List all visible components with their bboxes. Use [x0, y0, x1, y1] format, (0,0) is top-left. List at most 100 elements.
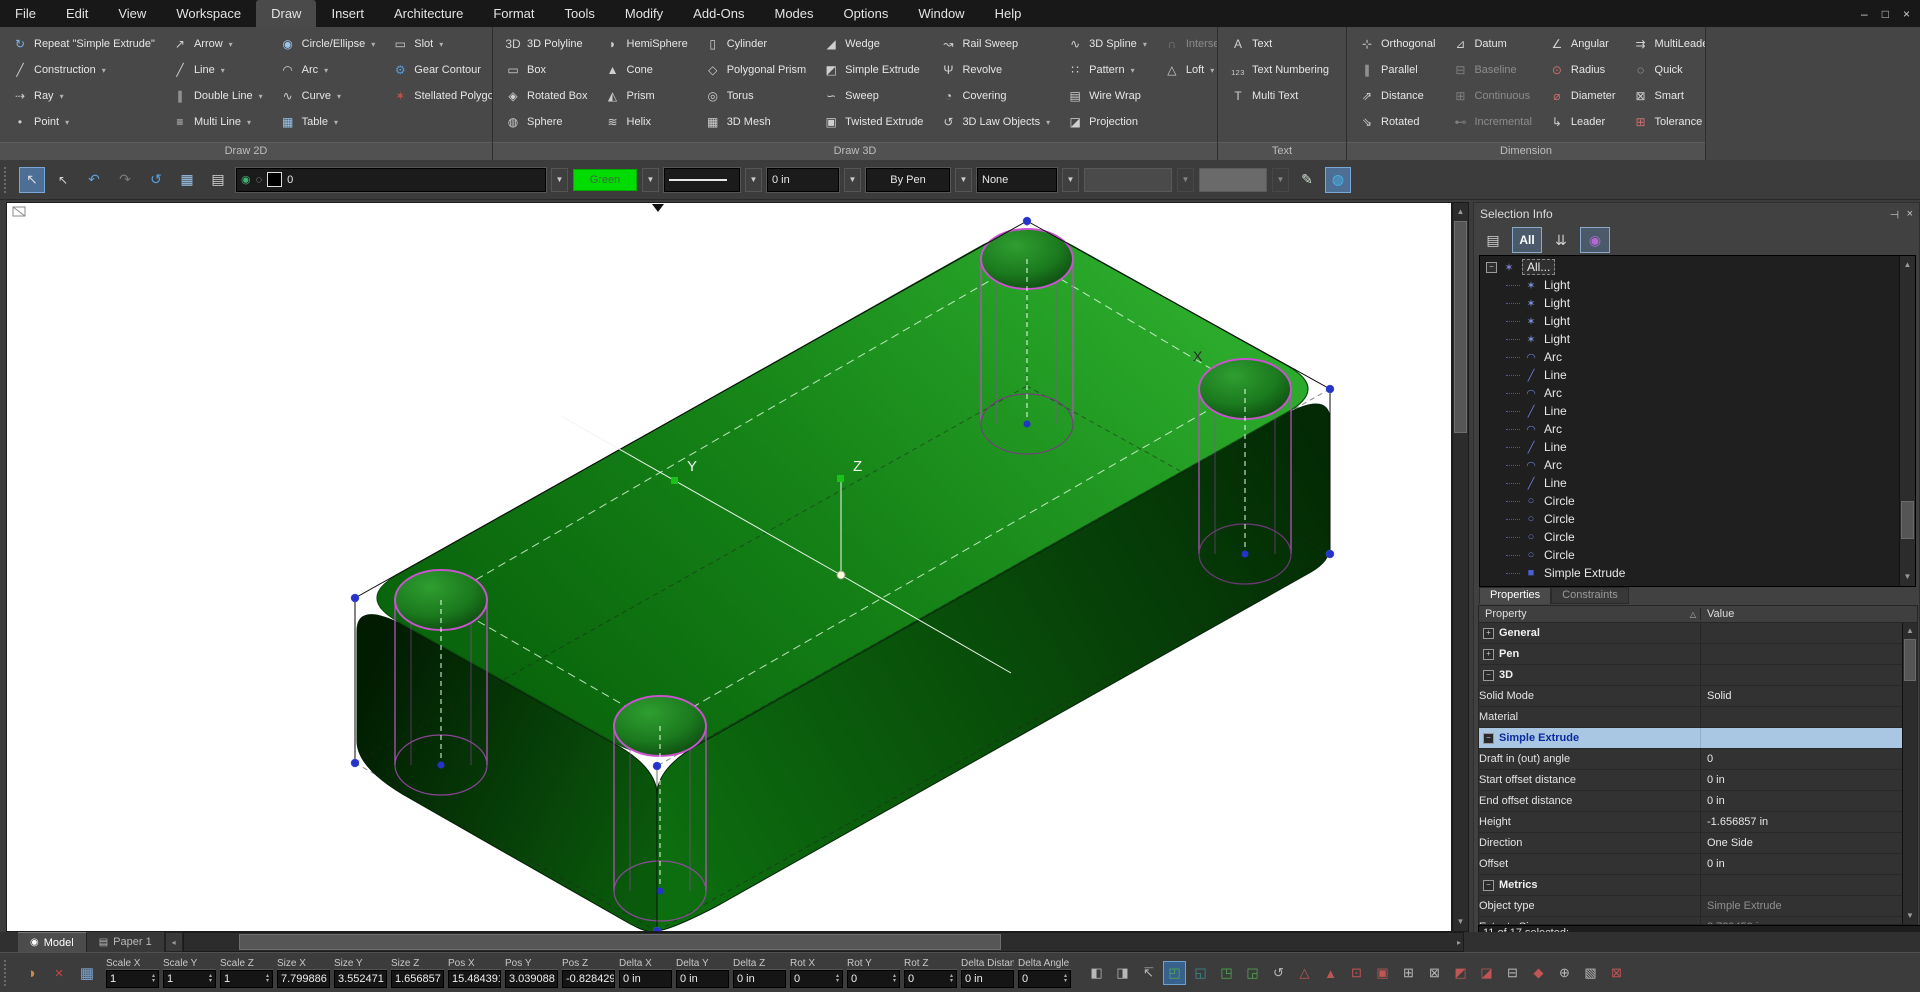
ribbon-item[interactable]: ↺ 3D Law Objects ▾	[936, 109, 1053, 135]
field-input[interactable]: 1.656857 in	[391, 970, 444, 988]
tree-item[interactable]: ◠ Arc	[1480, 456, 1899, 474]
color-dropdown-arrow[interactable]: ▼	[642, 168, 659, 192]
snap-mode-icon[interactable]: ↺	[1267, 961, 1290, 985]
ribbon-item[interactable]: ▦ Table ▾	[276, 109, 379, 135]
toolbar-drag-handle[interactable]	[4, 167, 12, 193]
layer-manager-button[interactable]: ▤	[205, 167, 231, 193]
tree-item[interactable]: ○ Circle	[1480, 528, 1899, 546]
selection-loop-button[interactable]: ↺	[143, 167, 169, 193]
property-value[interactable]: 0 in	[1700, 770, 1903, 790]
tree-item[interactable]: ✶ Light	[1480, 330, 1899, 348]
snap-mode-icon[interactable]: ▣	[1371, 961, 1394, 985]
menu-item[interactable]: Format	[478, 0, 549, 27]
spinner-icon[interactable]: ▴ ▾	[1062, 974, 1067, 984]
snap-mode-icon[interactable]: ◩	[1449, 961, 1472, 985]
statusbar-tool-button[interactable]: ×	[48, 961, 70, 985]
menu-item[interactable]: Modify	[610, 0, 678, 27]
property-value[interactable]	[1700, 728, 1903, 748]
property-value[interactable]	[1700, 707, 1903, 727]
field-input[interactable]: 7.799886 in	[277, 970, 330, 988]
property-row[interactable]: Height -1.656857 in	[1479, 812, 1903, 833]
snap-mode-icon[interactable]: ↸	[1137, 961, 1160, 985]
expander-icon[interactable]: −	[1483, 880, 1494, 891]
field-input[interactable]: 0 ▴ ▾	[790, 970, 843, 988]
ribbon-item[interactable]: ∠ Angular	[1545, 31, 1619, 57]
tree-item[interactable]: ╱ Line	[1480, 438, 1899, 456]
field-input[interactable]: 0 in	[961, 970, 1014, 988]
restore-icon[interactable]: □	[1882, 7, 1889, 21]
ribbon-item[interactable]: ╱ Construction ▾	[8, 57, 158, 83]
property-row[interactable]: Direction One Side	[1479, 833, 1903, 854]
ribbon-item[interactable]: ↝ Rail Sweep	[936, 31, 1053, 57]
hatch-combo[interactable]: None	[977, 168, 1057, 192]
field-input[interactable]: 0 ▴ ▾	[847, 970, 900, 988]
statusbar-drag-handle[interactable]	[4, 960, 12, 986]
menu-item[interactable]: Insert	[316, 0, 379, 27]
format-painter-button[interactable]: ✎	[1294, 167, 1320, 193]
ribbon-item[interactable]: ⇢ Ray ▾	[8, 83, 158, 109]
tree-item[interactable]: ○ Circle	[1480, 510, 1899, 528]
ribbon-item[interactable]: ⊿ Datum	[1448, 31, 1534, 57]
grid-scroll-thumb[interactable]	[1904, 639, 1916, 681]
field-input[interactable]: 0 ▴ ▾	[1018, 970, 1071, 988]
expander-icon[interactable]: −	[1483, 670, 1494, 681]
ribbon-item[interactable]: ▤ Wire Wrap	[1063, 83, 1150, 109]
ribbon-item[interactable]: ▲ Cone	[601, 57, 691, 83]
tree-item[interactable]: ◠ Arc	[1480, 420, 1899, 438]
property-row[interactable]: Start offset distance 0 in	[1479, 770, 1903, 791]
line-style-arrow[interactable]: ▼	[745, 168, 762, 192]
tree-item[interactable]: ✶ Light	[1480, 294, 1899, 312]
pattern-combo[interactable]: By Pen	[866, 168, 950, 192]
redo-button[interactable]: ↷	[112, 167, 138, 193]
drawing-viewport[interactable]: Y Z X	[6, 202, 1452, 932]
snap-mode-icon[interactable]: ⊕	[1553, 961, 1576, 985]
expander-icon[interactable]: −	[1483, 733, 1494, 744]
property-row[interactable]: Extents Size 8.729459 in	[1479, 917, 1903, 925]
menu-item[interactable]: Workspace	[161, 0, 256, 27]
line-width-arrow[interactable]: ▼	[844, 168, 861, 192]
property-row[interactable]: Solid Mode Solid	[1479, 686, 1903, 707]
snap-mode-icon[interactable]: ⊟	[1501, 961, 1524, 985]
ribbon-item[interactable]: ◩ Simple Extrude	[819, 57, 926, 83]
column-property[interactable]: Property	[1485, 608, 1527, 620]
selection-tool-button[interactable]: All	[1512, 227, 1542, 253]
pin-icon[interactable]: ⊤	[1887, 209, 1900, 219]
hscroll-thumb[interactable]	[239, 934, 1001, 950]
selection-tool-button[interactable]: ◉	[1580, 227, 1610, 253]
expander-icon[interactable]: +	[1483, 628, 1494, 639]
field-input[interactable]: 0 in	[619, 970, 672, 988]
property-value[interactable]: 0 in	[1700, 791, 1903, 811]
property-value[interactable]: 8.729459 in	[1700, 917, 1903, 925]
tree-item[interactable]: ✶ Light	[1480, 276, 1899, 294]
ribbon-item[interactable]: ▣ Twisted Extrude	[819, 109, 926, 135]
ribbon-item[interactable]: ↗ Arrow ▾	[168, 31, 266, 57]
ribbon-item[interactable]: ≡ Multi Line ▾	[168, 109, 266, 135]
minimize-icon[interactable]: –	[1861, 7, 1868, 21]
property-value[interactable]: Simple Extrude	[1700, 896, 1903, 916]
statusbar-tool-button[interactable]: ▦	[76, 961, 98, 985]
ribbon-item[interactable]: ⇘ Rotated	[1355, 109, 1438, 135]
property-value[interactable]: 0	[1700, 749, 1903, 769]
tree-item[interactable]: ◠ Arc	[1480, 348, 1899, 366]
statusbar-tool-button[interactable]: ◑	[20, 961, 42, 985]
property-row[interactable]: + Pen	[1479, 644, 1903, 665]
ribbon-item[interactable]: ⊷ Incremental	[1448, 109, 1534, 135]
tree-item[interactable]: ╱ Line	[1480, 366, 1899, 384]
snap-mode-icon[interactable]: ◲	[1241, 961, 1264, 985]
panel-close-icon[interactable]: ×	[1907, 208, 1913, 221]
ribbon-item[interactable]: △ Loft ▾	[1160, 57, 1217, 83]
hatch-arrow[interactable]: ▼	[1062, 168, 1079, 192]
ribbon-item[interactable]: ╱ Line ▾	[168, 57, 266, 83]
field-input[interactable]: -0.828429 in	[562, 970, 615, 988]
field-input[interactable]: 0 in	[733, 970, 786, 988]
field-input[interactable]: 15.484391 in	[448, 970, 501, 988]
ribbon-item[interactable]: ▦ 3D Mesh	[701, 109, 809, 135]
ribbon-item[interactable]: ▭ Slot ▾	[388, 31, 492, 57]
snap-mode-icon[interactable]: △	[1293, 961, 1316, 985]
menu-item[interactable]: Tools	[550, 0, 610, 27]
ribbon-item[interactable]: ⌀ Diameter	[1545, 83, 1619, 109]
spinner-icon[interactable]: ▴ ▾	[834, 974, 839, 984]
ribbon-item[interactable]: ∽ Sweep	[819, 83, 926, 109]
expander-icon[interactable]: −	[1486, 262, 1497, 273]
tree-scrollbar[interactable]: ▲ ▼	[1899, 256, 1915, 586]
